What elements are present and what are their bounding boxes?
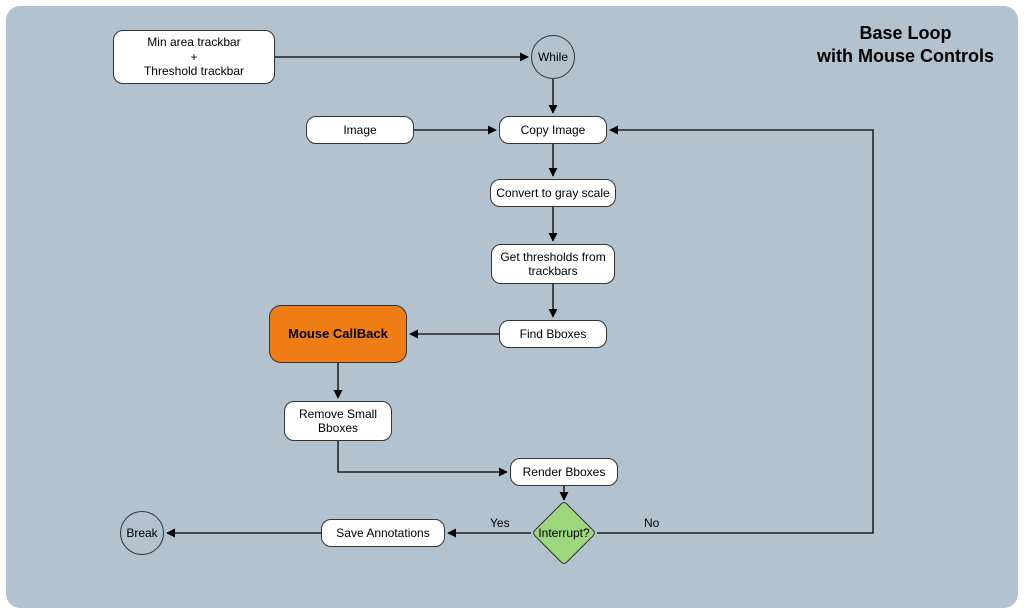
node-copy-image: Copy Image — [499, 116, 607, 144]
title-line-1: Base Loop — [859, 23, 951, 43]
node-break-label: Break — [126, 526, 157, 540]
node-while-label: While — [538, 50, 568, 64]
node-render-bboxes-label: Render Bboxes — [523, 465, 606, 479]
node-remove-small-text: Remove Small Bboxes — [299, 407, 377, 436]
node-decision-label: Interrupt? — [521, 510, 607, 556]
node-decision-interrupt: Interrupt? — [541, 510, 587, 556]
node-thresholds-line1: Get thresholds from — [500, 250, 605, 264]
node-remove-small-line2: Bboxes — [318, 421, 358, 435]
node-find-bboxes-label: Find Bboxes — [520, 327, 587, 341]
node-save-annotations-label: Save Annotations — [336, 526, 429, 540]
node-thresholds: Get thresholds from trackbars — [491, 244, 615, 284]
node-trackbars-line1: Min area trackbar — [147, 35, 240, 49]
node-render-bboxes: Render Bboxes — [510, 458, 618, 486]
node-remove-small: Remove Small Bboxes — [284, 401, 392, 441]
node-trackbars-line2: + — [190, 50, 197, 64]
node-image: Image — [306, 116, 414, 144]
node-break: Break — [120, 511, 164, 555]
node-image-label: Image — [343, 123, 376, 137]
title-line-2: with Mouse Controls — [817, 46, 994, 66]
node-mouse-callback: Mouse CallBack — [269, 305, 407, 363]
diagram-title: Base Loop with Mouse Controls — [817, 22, 994, 67]
edge-label-no: No — [644, 516, 659, 530]
node-thresholds-line2: trackbars — [528, 264, 577, 278]
node-gray-label: Convert to gray scale — [496, 186, 609, 200]
node-gray: Convert to gray scale — [490, 179, 616, 207]
node-thresholds-text: Get thresholds from trackbars — [500, 250, 605, 279]
node-while: While — [531, 35, 575, 79]
node-find-bboxes: Find Bboxes — [499, 320, 607, 348]
node-trackbars-text: Min area trackbar + Threshold trackbar — [144, 35, 244, 78]
node-trackbars-line3: Threshold trackbar — [144, 64, 244, 78]
node-save-annotations: Save Annotations — [321, 519, 445, 547]
node-remove-small-line1: Remove Small — [299, 407, 377, 421]
node-copy-image-label: Copy Image — [521, 123, 586, 137]
node-mouse-callback-label: Mouse CallBack — [288, 326, 388, 342]
node-trackbars: Min area trackbar + Threshold trackbar — [113, 30, 275, 84]
edge-label-yes: Yes — [490, 516, 510, 530]
